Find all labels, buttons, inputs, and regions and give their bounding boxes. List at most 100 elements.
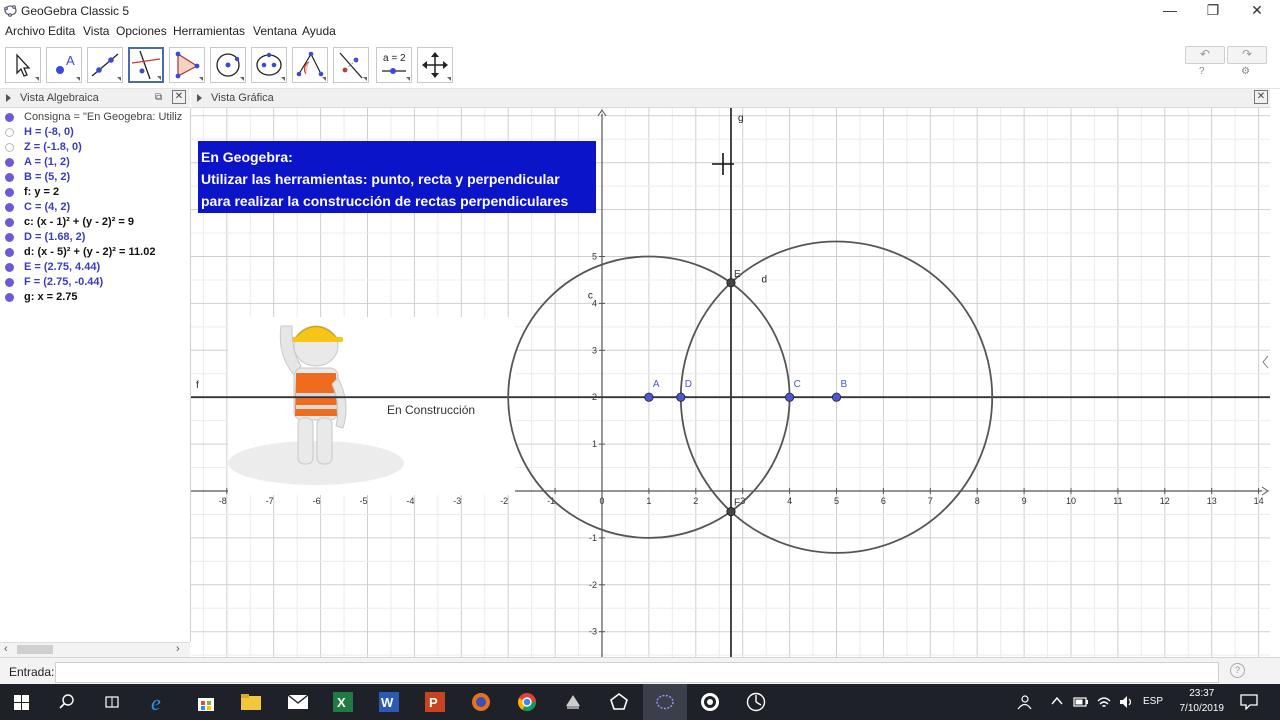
menu-ventana[interactable]: Ventana (253, 24, 297, 38)
visibility-toggle[interactable] (5, 278, 14, 287)
collapse-arrow-icon[interactable] (197, 94, 202, 102)
algebra-item[interactable]: Z = (-1.8, 0) (0, 140, 190, 155)
close-graphics-view-button[interactable]: ✕ (1254, 90, 1268, 104)
maximize-button[interactable]: ❐ (1190, 0, 1236, 22)
input-field[interactable] (55, 662, 1219, 683)
point-E[interactable] (726, 278, 736, 288)
point-A-label: A (653, 379, 660, 390)
visibility-toggle[interactable] (5, 203, 14, 212)
point-B[interactable] (831, 392, 842, 402)
menu-vista[interactable]: Vista (83, 24, 109, 38)
search-icon[interactable] (59, 694, 75, 710)
powerpoint-icon[interactable]: P (425, 692, 445, 712)
algebra-item[interactable]: c: (x - 1)² + (y - 2)² = 9 (0, 215, 190, 230)
algebra-item[interactable]: H = (-8, 0) (0, 125, 190, 140)
point-E-label: E (734, 269, 741, 280)
move-tool-button[interactable] (5, 47, 41, 83)
algebra-item[interactable]: F = (2.75, -0.44) (0, 275, 190, 290)
circle-tool-button[interactable] (210, 47, 246, 83)
side-panel-arrow-icon[interactable] (1262, 355, 1269, 369)
visibility-toggle[interactable] (5, 293, 14, 302)
conic-tool-button[interactable] (251, 47, 287, 83)
algebra-item[interactable]: d: (x - 5)² + (y - 2)² = 11.02 (0, 245, 190, 260)
algebra-item[interactable]: B = (5, 2) (0, 170, 190, 185)
recorder-icon[interactable] (746, 692, 766, 712)
point-A[interactable] (644, 392, 654, 402)
store-icon[interactable] (196, 692, 216, 712)
algebra-item[interactable]: g: x = 2.75 (0, 290, 190, 305)
visibility-toggle[interactable] (5, 263, 14, 272)
mail-icon[interactable] (287, 694, 309, 710)
collapse-arrow-icon[interactable] (6, 94, 11, 102)
close-button[interactable]: ✕ (1234, 0, 1280, 22)
polygon-tool-button[interactable] (169, 47, 205, 83)
menu-archivo[interactable]: Archivo (5, 24, 45, 38)
clock[interactable]: 23:37 7/10/2019 (1180, 686, 1225, 716)
menu-ayuda[interactable]: Ayuda (302, 24, 336, 38)
wifi-icon[interactable] (1096, 694, 1112, 710)
slider-tool-button[interactable]: a = 2 (376, 47, 412, 83)
minimize-button[interactable]: — (1147, 0, 1193, 22)
algebra-item[interactable]: E = (2.75, 4.44) (0, 260, 190, 275)
windows-start-icon[interactable] (14, 695, 29, 710)
algebra-item[interactable]: f: y = 2 (0, 185, 190, 200)
visibility-toggle[interactable] (5, 233, 14, 242)
algebra-item[interactable]: C = (4, 2) (0, 200, 190, 215)
volume-icon[interactable] (1118, 694, 1134, 710)
geogebra-taskbar-button[interactable] (643, 684, 687, 720)
undock-icon[interactable]: ⧉ (155, 92, 162, 103)
firefox-icon[interactable] (471, 692, 491, 712)
help-icon[interactable]: ? (1199, 66, 1205, 77)
consigna-text-box[interactable]: En Geogebra: Utilizar las herramientas: … (198, 141, 596, 213)
x-tick-label: 1 (646, 496, 651, 506)
angle-tool-button[interactable] (292, 47, 328, 83)
obs-icon[interactable] (700, 692, 720, 712)
notifications-icon[interactable] (1240, 694, 1258, 710)
redo-button[interactable]: ↷ (1227, 46, 1267, 64)
input-help-icon[interactable]: ? (1230, 663, 1245, 678)
visibility-toggle[interactable] (5, 173, 14, 182)
visibility-toggle[interactable] (5, 158, 14, 167)
inkscape-icon[interactable] (563, 692, 583, 712)
file-explorer-icon[interactable] (240, 693, 262, 711)
point-D[interactable] (676, 392, 686, 402)
visibility-toggle[interactable] (5, 248, 14, 257)
settings-icon[interactable]: ⚙ (1241, 66, 1250, 77)
user-icon[interactable] (1016, 694, 1032, 710)
point-F[interactable] (726, 507, 736, 517)
chevron-up-icon[interactable] (1051, 696, 1063, 706)
move-graphics-tool-button[interactable] (417, 47, 453, 83)
visibility-toggle[interactable] (5, 143, 14, 152)
menu-opciones[interactable]: Opciones (116, 24, 167, 38)
battery-icon[interactable] (1073, 696, 1089, 708)
menu-herramientas[interactable]: Herramientas (173, 24, 245, 38)
reflect-tool-button[interactable] (333, 47, 369, 83)
scroll-thumb[interactable] (17, 645, 53, 654)
visibility-toggle[interactable] (5, 188, 14, 197)
word-icon[interactable]: W (379, 692, 399, 712)
close-algebra-view-button[interactable]: ✕ (172, 90, 186, 104)
visibility-toggle[interactable] (5, 113, 14, 122)
algebra-item[interactable]: A = (1, 2) (0, 155, 190, 170)
perpendicular-line-tool-button[interactable] (128, 47, 164, 83)
undo-button[interactable]: ↶ (1185, 46, 1225, 64)
chrome-icon[interactable] (517, 692, 537, 712)
task-view-icon[interactable] (104, 694, 120, 710)
point-tool-button[interactable]: A (46, 47, 82, 83)
line-tool-button[interactable] (87, 47, 123, 83)
pentagon-app-icon[interactable] (609, 692, 629, 712)
menu-edita[interactable]: Edita (48, 24, 75, 38)
horizontal-scrollbar[interactable]: ‹ › (0, 642, 190, 657)
algebra-item[interactable]: Consigna = "En Geogebra: Utiliz (0, 110, 190, 125)
algebra-item[interactable]: D = (1.68, 2) (0, 230, 190, 245)
excel-icon[interactable]: X (333, 692, 353, 712)
algebra-item-text: H = (-8, 0) (24, 126, 74, 138)
scroll-left-icon[interactable]: ‹ (4, 643, 8, 655)
point-C[interactable] (784, 392, 795, 402)
edge-browser-icon[interactable]: e (149, 692, 171, 712)
visibility-toggle[interactable] (5, 128, 14, 137)
language-indicator[interactable]: ESP (1143, 696, 1163, 707)
visibility-toggle[interactable] (5, 218, 14, 227)
scroll-right-icon[interactable]: › (176, 643, 180, 655)
algebra-item-text: F = (2.75, -0.44) (24, 276, 104, 288)
